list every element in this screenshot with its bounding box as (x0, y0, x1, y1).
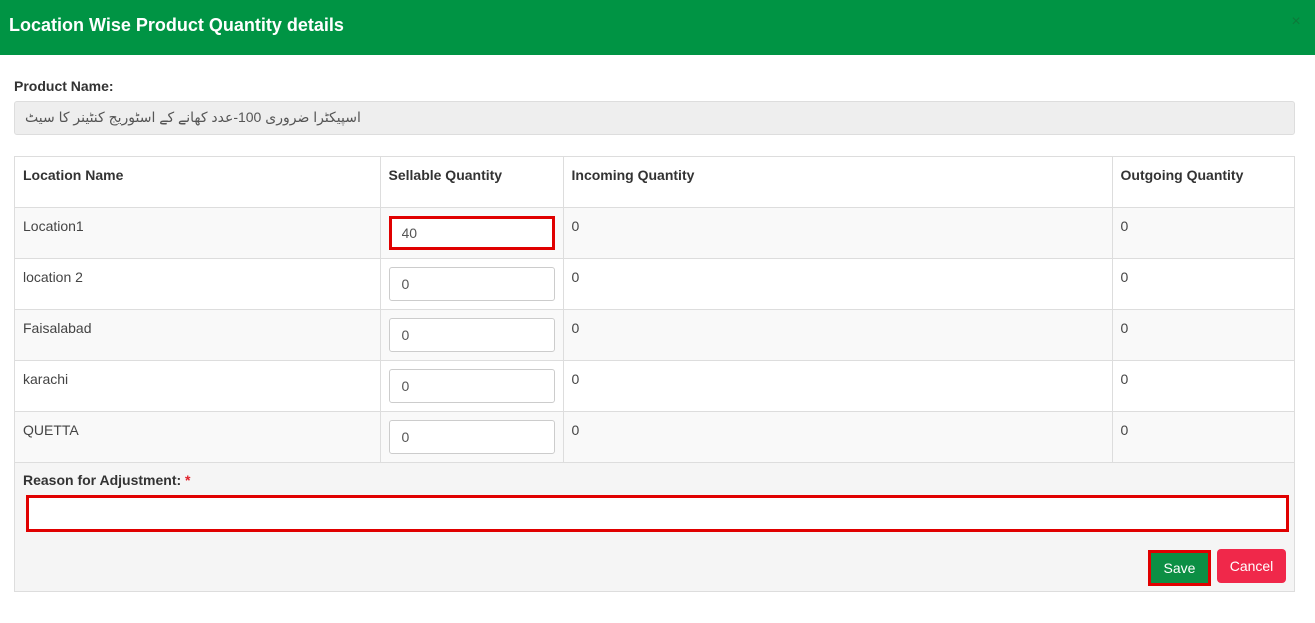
sellable-quantity-cell (380, 360, 564, 412)
outgoing-quantity-cell: 0 (1112, 360, 1294, 412)
outgoing-quantity-cell: 0 (1112, 411, 1294, 463)
modal-header: Location Wise Product Quantity details × (0, 0, 1315, 55)
table-row: location 2 0 0 (15, 258, 1294, 310)
location-name-cell: location 2 (15, 258, 381, 310)
sellable-quantity-cell (380, 411, 564, 463)
table-row: karachi 0 0 (15, 360, 1294, 412)
cancel-button[interactable]: Cancel (1217, 549, 1286, 583)
incoming-quantity-cell: 0 (563, 309, 1113, 361)
modal-title: Location Wise Product Quantity details (9, 15, 344, 35)
sellable-quantity-input[interactable] (388, 215, 555, 250)
incoming-quantity-cell: 0 (563, 207, 1113, 259)
location-name-cell: Location1 (15, 207, 381, 259)
reason-input[interactable] (26, 495, 1289, 532)
table-header-row: Location Name Sellable Quantity Incoming… (15, 157, 1294, 208)
outgoing-quantity-cell: 0 (1112, 258, 1294, 310)
product-name-label: Product Name: (14, 78, 114, 94)
quantity-table: Location Name Sellable Quantity Incoming… (15, 157, 1294, 463)
sellable-quantity-input[interactable] (388, 419, 555, 454)
table-row: Location1 0 0 (15, 207, 1294, 259)
close-icon[interactable]: × (1289, 14, 1303, 30)
incoming-quantity-cell: 0 (563, 411, 1113, 463)
location-name-cell: Faisalabad (15, 309, 381, 361)
location-name-cell: QUETTA (15, 411, 381, 463)
column-header-incoming-quantity: Incoming Quantity (563, 157, 1113, 208)
incoming-quantity-cell: 0 (563, 360, 1113, 412)
reason-label: Reason for Adjustment: * (23, 472, 191, 488)
sellable-quantity-input[interactable] (388, 317, 555, 352)
sellable-quantity-cell (380, 207, 564, 259)
sellable-quantity-cell (380, 258, 564, 310)
product-name-value: اسپیکٹرا ضروری 100-عدد کھانے کے اسٹوریج … (25, 109, 361, 125)
product-name-field: اسپیکٹرا ضروری 100-عدد کھانے کے اسٹوریج … (14, 101, 1295, 135)
reason-label-text: Reason for Adjustment: (23, 472, 182, 488)
table-row: Faisalabad 0 0 (15, 309, 1294, 361)
column-header-outgoing-quantity: Outgoing Quantity (1112, 157, 1294, 208)
location-name-cell: karachi (15, 360, 381, 412)
column-header-location-name: Location Name (15, 157, 381, 208)
outgoing-quantity-cell: 0 (1112, 207, 1294, 259)
column-header-sellable-quantity: Sellable Quantity (380, 157, 564, 208)
outgoing-quantity-cell: 0 (1112, 309, 1294, 361)
quantity-table-panel: Location Name Sellable Quantity Incoming… (14, 156, 1295, 592)
required-marker: * (185, 472, 191, 488)
sellable-quantity-cell (380, 309, 564, 361)
sellable-quantity-input[interactable] (388, 266, 555, 301)
incoming-quantity-cell: 0 (563, 258, 1113, 310)
save-button[interactable]: Save (1151, 553, 1208, 583)
table-row: QUETTA 0 0 (15, 411, 1294, 463)
sellable-quantity-input[interactable] (388, 368, 555, 403)
